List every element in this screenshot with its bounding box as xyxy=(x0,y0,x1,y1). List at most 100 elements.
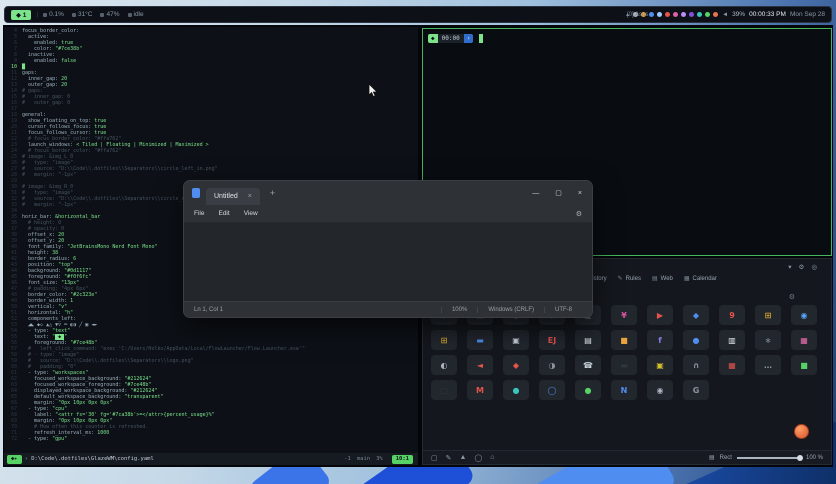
tool-icon[interactable]: ▲ xyxy=(460,454,467,462)
tool-icon[interactable]: ⌂ xyxy=(490,454,494,462)
app-tile[interactable]: f xyxy=(647,330,673,350)
app-icon: ▥ xyxy=(728,335,736,345)
app-icon: ◆ xyxy=(512,360,520,370)
app-tile[interactable]: ▥ xyxy=(719,330,745,350)
tray-icon[interactable] xyxy=(705,12,711,17)
panel-icon[interactable]: ◎ xyxy=(811,263,817,271)
workspace-badge[interactable]: ◆ 1 xyxy=(11,9,32,20)
app-tile[interactable]: ◉ xyxy=(647,380,673,400)
toolbar-tab[interactable]: ✎ Rules xyxy=(618,275,641,283)
app-tile[interactable]: EJ xyxy=(539,330,565,350)
stat-item: idle xyxy=(127,11,144,18)
stat-item: 31°C xyxy=(71,11,92,18)
close-button[interactable]: × xyxy=(578,190,582,197)
system-stats: 0.1% 31°C 47% idle xyxy=(43,11,152,18)
tool-icon[interactable]: ◯ xyxy=(474,454,482,462)
volume-icon[interactable]: ◄ xyxy=(722,12,728,18)
shell-prompt: ◆ 00:00 › xyxy=(428,34,484,43)
app-tile[interactable]: ▣ xyxy=(503,330,529,350)
opacity-slider[interactable] xyxy=(736,454,803,461)
settings-gear-icon[interactable]: ⚙ xyxy=(576,210,582,218)
app-tile[interactable]: N xyxy=(611,380,637,400)
app-tile[interactable]: ▦ xyxy=(719,355,745,375)
panel-icon[interactable]: ⚙ xyxy=(799,263,805,271)
notepad-titlebar[interactable]: Untitled × + — ▢ × xyxy=(184,181,592,205)
tray-icon[interactable] xyxy=(713,12,719,17)
app-tile[interactable]: ● xyxy=(683,330,709,350)
app-tile[interactable]: G xyxy=(683,380,709,400)
app-tile[interactable]: ◉ xyxy=(791,305,817,325)
slider-knob[interactable] xyxy=(796,454,803,461)
app-icon: ● xyxy=(584,385,592,395)
app-tile[interactable]: ◆ xyxy=(683,305,709,325)
menu-item[interactable]: View xyxy=(244,210,258,217)
notepad-window[interactable]: Untitled × + — ▢ × File Edit View ⚙ Ln 1, … xyxy=(183,180,593,318)
floating-assistant-ball[interactable] xyxy=(794,424,809,439)
tool-icon[interactable]: ▢ xyxy=(431,454,438,462)
app-tile[interactable]: ¥ xyxy=(611,305,637,325)
app-tile[interactable]: ▢ xyxy=(431,380,457,400)
app-tile[interactable]: 9 xyxy=(719,305,745,325)
app-tile[interactable]: ▣ xyxy=(647,355,673,375)
tab-close-icon[interactable]: × xyxy=(248,193,252,200)
app-icon: ∗ xyxy=(764,335,772,345)
app-tile[interactable]: ▬ xyxy=(467,330,493,350)
desktop-screen: ◆ 1 | 0.1% 31°C 47% idle [0] Asus ▴ ◄ 39% 0… xyxy=(0,0,836,484)
app-icon: ▦ xyxy=(728,360,736,370)
toolbar-tab[interactable]: ▦ Calendar xyxy=(684,275,717,283)
app-tile[interactable]: M xyxy=(467,380,493,400)
app-tile[interactable]: ◯ xyxy=(539,380,565,400)
app-icon: ▶ xyxy=(656,310,664,320)
tool-icon[interactable]: ✎ xyxy=(446,454,452,462)
tray-icon[interactable] xyxy=(681,12,687,17)
app-tile[interactable]: ● xyxy=(503,380,529,400)
panel-icon[interactable]: ▾ xyxy=(788,263,791,271)
tray-icon[interactable] xyxy=(673,12,679,17)
app-tile[interactable]: … xyxy=(755,355,781,375)
tray-icon[interactable] xyxy=(697,12,703,17)
app-tile[interactable]: ⊞ xyxy=(755,305,781,325)
app-icon: ◆ xyxy=(692,310,700,320)
app-tile[interactable]: ▤ xyxy=(575,330,601,350)
app-tile[interactable]: ☎ xyxy=(575,355,601,375)
maximize-button[interactable]: ▢ xyxy=(555,189,562,197)
tray-icon[interactable] xyxy=(689,12,695,17)
app-tile[interactable]: ▦ xyxy=(791,330,817,350)
app-tile[interactable]: ● xyxy=(575,380,601,400)
menu-item[interactable]: Edit xyxy=(218,210,229,217)
app-icon: ▬ xyxy=(476,335,484,345)
zoom-level[interactable]: 100% xyxy=(440,306,477,313)
app-tile[interactable]: ■ xyxy=(611,330,637,350)
app-icon: ◐ xyxy=(440,360,448,370)
comment-text: # outer_gap: 0 xyxy=(22,100,71,106)
shape-tool-icon[interactable]: ▤ xyxy=(709,454,715,461)
prompt-folder-icon: ◆ xyxy=(428,34,438,43)
tray-icon[interactable] xyxy=(649,12,655,17)
toolbar-tab[interactable]: ▤ Web xyxy=(652,275,673,283)
app-tile[interactable]: ◐ xyxy=(431,355,457,375)
gear-icon[interactable]: ⚙ xyxy=(789,293,795,301)
panel-top-icons: ▾ ⚙ ◎ xyxy=(788,263,817,271)
minimize-button[interactable]: — xyxy=(532,190,539,197)
volume-level: 39% xyxy=(732,11,746,18)
encoding-label[interactable]: UTF-8 xyxy=(544,306,582,313)
prompt-arrow-icon: › xyxy=(463,34,474,43)
app-tile[interactable]: ◆ xyxy=(503,355,529,375)
vim-mode-badge: ◆▸ xyxy=(7,454,22,464)
tray-icon[interactable] xyxy=(657,12,663,17)
app-tile[interactable]: ∩ xyxy=(683,355,709,375)
app-tile[interactable]: ∗ xyxy=(755,330,781,350)
app-tile[interactable]: ⊞ xyxy=(431,330,457,350)
tray-icon[interactable] xyxy=(665,12,671,17)
app-tile[interactable]: ■ xyxy=(791,355,817,375)
menu-item[interactable]: File xyxy=(194,210,204,217)
new-tab-button[interactable]: + xyxy=(270,188,275,198)
notepad-text-area[interactable] xyxy=(184,223,592,301)
app-tile[interactable]: ▬ xyxy=(611,355,637,375)
tab-untitled[interactable]: Untitled × xyxy=(206,188,260,205)
app-tile[interactable]: ▶ xyxy=(647,305,673,325)
git-branch: main xyxy=(356,456,371,462)
separator: | xyxy=(36,11,39,18)
app-tile[interactable]: ◑ xyxy=(539,355,565,375)
app-tile[interactable]: ◄ xyxy=(467,355,493,375)
